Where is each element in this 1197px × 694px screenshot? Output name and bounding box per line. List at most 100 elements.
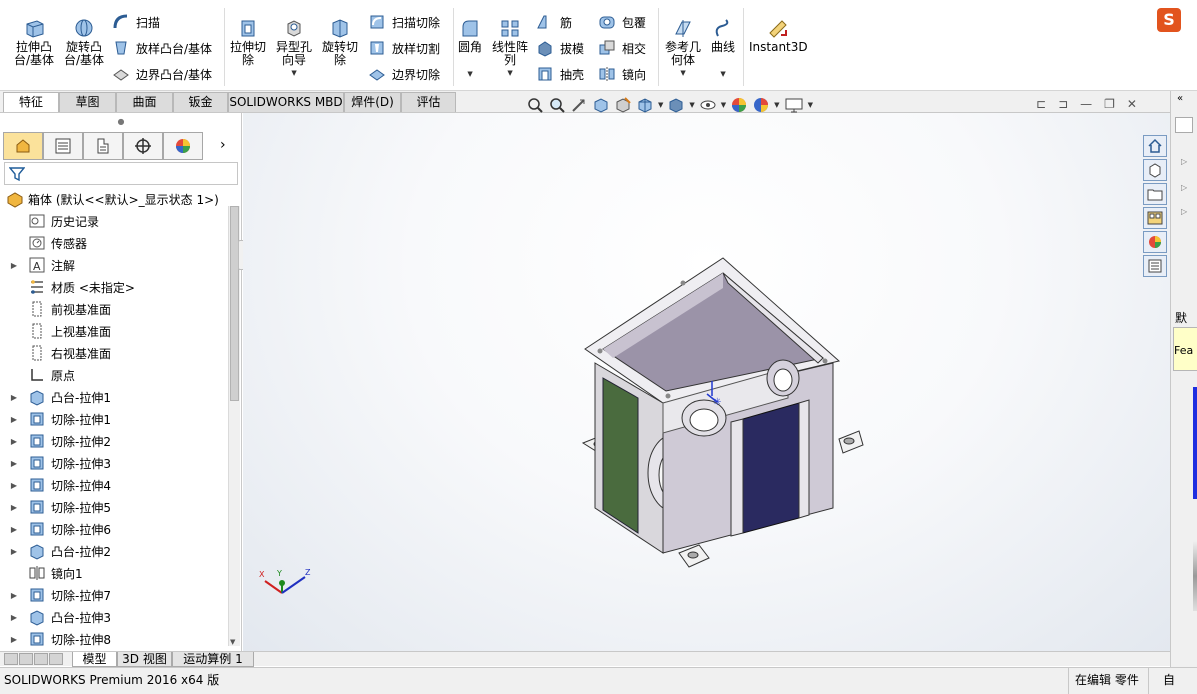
scroll-down-icon[interactable]: ▼ [230,638,235,646]
tree-item[interactable]: ▶ 切除-拉伸3 [0,452,111,474]
next-tab-icon[interactable] [34,653,48,665]
view-palette-tab[interactable] [1143,207,1167,229]
tree-item[interactable]: 前视基准面 [0,298,111,320]
tab-features[interactable]: 特征 [3,92,59,112]
tree-item[interactable]: ▶ 切除-拉伸7 [0,584,111,606]
revolved-cut-button[interactable]: 旋转切 除 [322,18,358,67]
custom-properties-tab[interactable] [1143,255,1167,277]
display-style-dropdown-icon[interactable]: ▼ [689,101,694,109]
more-tabs-chevron-icon[interactable]: › [220,137,226,153]
hide-show-dropdown-icon[interactable]: ▼ [721,101,726,109]
expand-arrow-icon[interactable]: ▶ [0,261,28,270]
last-tab-icon[interactable] [49,653,63,665]
boundary-cut-button[interactable]: 边界切除 [368,64,440,84]
section-view-icon[interactable] [592,96,610,114]
zoom-to-fit-icon[interactable] [526,96,544,114]
tab-mbd[interactable]: SOLIDWORKS MBD [228,92,344,112]
curves-button[interactable]: 曲线 ▼ [711,18,735,81]
file-explorer-tab[interactable] [1143,183,1167,205]
tree-item[interactable]: ▶ 凸台-拉伸3 [0,606,111,628]
tab-evaluate[interactable]: 评估 [401,92,456,112]
zoom-to-area-icon[interactable] [548,96,566,114]
tree-item[interactable]: 历史记录 [0,210,99,232]
edit-appearance-icon[interactable] [730,96,748,114]
tree-item[interactable]: 原点 [0,364,75,386]
expand-arrow-icon[interactable]: ▶ [0,503,28,512]
tree-item[interactable]: ▶ 切除-拉伸8 [0,628,111,648]
graphics-area[interactable]: ✳ X Y Z [243,113,1170,651]
tree-item[interactable]: ▶ 凸台-拉伸1 [0,386,111,408]
extruded-cut-button[interactable]: 拉伸切 除 [230,18,266,67]
tree-item[interactable]: 镜向1 [0,562,83,584]
property-manager-tab[interactable] [43,132,83,160]
tab-sketch[interactable]: 草图 [59,92,116,112]
hide-show-items-icon[interactable] [699,96,717,114]
status-units[interactable]: 自 [1163,671,1175,688]
previous-tab-icon[interactable] [19,653,33,665]
tree-expand-icon[interactable]: ▷ [1181,183,1187,192]
first-tab-icon[interactable] [4,653,18,665]
tab-model[interactable]: 模型 [72,652,117,667]
tree-item[interactable]: 右视基准面 [0,342,111,364]
reference-geometry-dropdown-icon[interactable]: ▼ [680,67,685,80]
reference-geometry-button[interactable]: 参考几 何体 ▼ [665,18,701,80]
fillet-button[interactable]: 圆角 ▼ [458,18,482,81]
expand-arrow-icon[interactable]: ▶ [0,459,28,468]
tree-item[interactable]: 上视基准面 [0,320,111,342]
wrap-button[interactable]: 包覆 [598,12,646,32]
model-3d-view[interactable]: ✳ [243,113,1170,651]
expand-arrow-icon[interactable]: ▶ [0,437,28,446]
tree-scrollbar-thumb[interactable] [230,206,239,401]
part-root-node[interactable]: 箱体 (默认<<默认>_显示状态 1>) [6,188,219,210]
expand-arrow-icon[interactable]: ▶ [0,635,28,644]
view-orientation-icon[interactable] [636,96,654,114]
tab-motion-study[interactable]: 运动算例 1 [172,652,254,667]
tree-item[interactable]: ▶ 切除-拉伸1 [0,408,111,430]
display-manager-tab[interactable] [163,132,203,160]
task-pane-search-field[interactable] [1175,117,1193,133]
linear-pattern-button[interactable]: 线性阵 列 ▼ [492,18,528,80]
restore-icon[interactable]: ❐ [1104,97,1115,111]
next-window-icon[interactable]: ⊐ [1058,97,1068,111]
tree-scrollbar[interactable]: ▼ [228,206,240,646]
dynamic-annotation-icon[interactable] [614,96,632,114]
tree-item[interactable]: ▶ 切除-拉伸4 [0,474,111,496]
revolved-boss-button[interactable]: 旋转凸 台/基体 [64,18,104,67]
dimxpert-tab[interactable] [123,132,163,160]
mirror-button[interactable]: 镜向 [598,64,646,84]
hole-wizard-dropdown-icon[interactable]: ▼ [291,67,296,80]
view-settings-dropdown-icon[interactable]: ▼ [808,101,813,109]
tree-item[interactable]: 传感器 [0,232,87,254]
minimize-icon[interactable]: — [1080,97,1092,111]
tree-item[interactable]: 材质 <未指定> [0,276,135,298]
tree-expand-icon[interactable]: ▷ [1181,157,1187,166]
intersect-button[interactable]: 相交 [598,38,646,58]
tree-item[interactable]: ▶ 切除-拉伸5 [0,496,111,518]
tab-weldments[interactable]: 焊件(D) [344,92,401,112]
display-style-icon[interactable] [667,96,685,114]
tab-3d-views[interactable]: 3D 视图 [117,652,172,667]
rib-button[interactable]: 筋 [536,12,572,32]
tree-item[interactable]: ▶ 切除-拉伸2 [0,430,111,452]
expand-arrow-icon[interactable]: ▶ [0,393,28,402]
linear-pattern-dropdown-icon[interactable]: ▼ [507,67,512,80]
apply-scene-icon[interactable] [752,96,770,114]
curves-dropdown-icon[interactable]: ▼ [720,68,725,81]
instant3d-button[interactable]: Instant3D [749,18,808,54]
shell-button[interactable]: 抽壳 [536,64,584,84]
tree-item[interactable]: ▶ 切除-拉伸6 [0,518,111,540]
apply-scene-dropdown-icon[interactable]: ▼ [774,101,779,109]
previous-window-icon[interactable]: ⊏ [1036,97,1046,111]
collapse-chevron-icon[interactable]: « [1177,93,1183,104]
hole-wizard-button[interactable]: 异型孔 向导 ▼ [276,18,312,80]
sweep-button[interactable]: 扫描 [112,12,160,32]
expand-arrow-icon[interactable]: ▶ [0,481,28,490]
boundary-boss-button[interactable]: 边界凸台/基体 [112,64,212,84]
solidworks-resources-tab[interactable] [1143,135,1167,157]
tab-sheet-metal[interactable]: 钣金 [173,92,228,112]
configuration-manager-tab[interactable] [83,132,123,160]
tree-filter-field[interactable] [4,162,238,185]
tree-expand-icon[interactable]: ▷ [1181,207,1187,216]
panel-grip-icon[interactable]: ● [0,113,242,131]
swept-cut-button[interactable]: 扫描切除 [368,12,440,32]
